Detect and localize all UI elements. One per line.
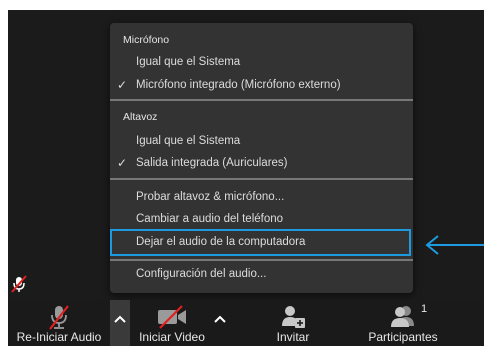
microphone-muted-icon <box>49 305 69 330</box>
restart-audio-label: Re-Iniciar Audio <box>16 330 102 344</box>
invite-button[interactable]: Invitar <box>263 300 323 346</box>
menu-item-label: Igual que el Sistema <box>136 135 241 147</box>
microphone-section-header: Micrófono <box>123 34 170 46</box>
restart-audio-button[interactable]: Re-Iniciar Audio <box>8 300 110 346</box>
audio-options-chevron-button[interactable] <box>110 300 130 346</box>
video-options-chevron-button[interactable] <box>210 300 230 346</box>
checkmark-icon: ✓ <box>117 78 128 92</box>
add-user-icon <box>282 306 305 328</box>
menu-item-mic-system[interactable]: Igual que el Sistema <box>136 56 240 68</box>
invite-label: Invitar <box>276 330 310 344</box>
meeting-toolbar: Re-Iniciar Audio Iniciar Video Invitar 1… <box>8 300 484 346</box>
start-video-label: Iniciar Video <box>139 330 205 344</box>
menu-item-label: Igual que el Sistema <box>136 56 241 68</box>
video-camera-off-icon <box>158 305 186 329</box>
highlight-box <box>110 229 411 256</box>
speaker-section-header: Altavoz <box>123 111 158 123</box>
menu-item-mic-integrated[interactable]: ✓ Micrófono integrado (Micrófono externo… <box>117 78 341 92</box>
menu-divider <box>110 99 413 101</box>
menu-item-speaker-system[interactable]: Igual que el Sistema <box>136 135 240 147</box>
participants-button[interactable]: 1 Participantes <box>363 300 443 346</box>
edge-mark <box>8 46 10 50</box>
muted-microphone-indicator-icon <box>9 274 29 294</box>
menu-item-speaker-integrated[interactable]: ✓ Salida integrada (Auriculares) <box>117 156 288 170</box>
participants-icon <box>391 306 414 327</box>
menu-divider <box>110 259 413 261</box>
participants-label: Participantes <box>368 330 438 344</box>
chevron-up-icon <box>214 315 226 323</box>
menu-item-audio-settings[interactable]: Configuración del audio... <box>136 268 266 280</box>
edge-mark <box>8 162 10 166</box>
chevron-up-icon <box>114 315 126 323</box>
menu-item-switch-phone-audio[interactable]: Cambiar a audio del teléfono <box>136 213 283 225</box>
start-video-button[interactable]: Iniciar Video <box>132 300 212 346</box>
participants-count-badge: 1 <box>421 303 428 315</box>
menu-item-label: Salida integrada (Auriculares) <box>136 157 288 169</box>
checkmark-icon: ✓ <box>117 156 128 170</box>
menu-item-test-audio[interactable]: Probar altavoz & micrófono... <box>136 191 284 203</box>
edge-mark <box>8 62 10 66</box>
left-arrow-icon <box>424 234 484 256</box>
menu-divider <box>110 178 413 180</box>
menu-item-label: Micrófono integrado (Micrófono externo) <box>136 79 341 91</box>
